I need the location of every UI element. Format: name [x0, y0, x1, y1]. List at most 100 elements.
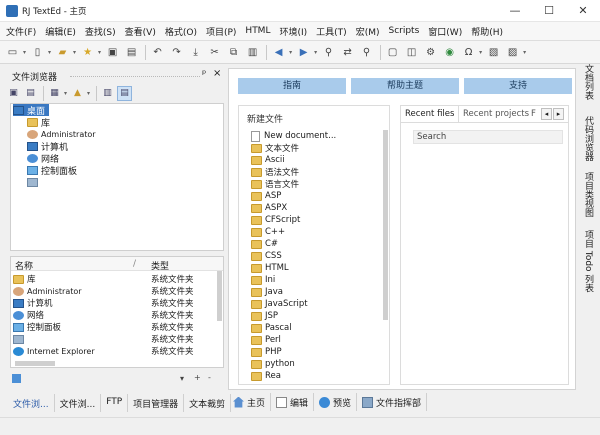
- file-list-hscrollbar[interactable]: [15, 361, 55, 366]
- menu-format[interactable]: 格式(O): [165, 25, 197, 38]
- view-drives-icon[interactable]: ▤: [23, 86, 38, 101]
- pane-grip[interactable]: [70, 76, 200, 77]
- find-next-icon[interactable]: ⚲: [358, 44, 375, 61]
- new-file-item[interactable]: python: [251, 358, 295, 370]
- add-filter-button[interactable]: +: [194, 373, 201, 382]
- panel-icon[interactable]: ▢: [384, 44, 401, 61]
- file-row[interactable]: Administrator 系统文件夹: [13, 285, 213, 297]
- view-desktop-icon[interactable]: ▣: [6, 86, 21, 101]
- tab-project-class-view[interactable]: 项目类视图: [579, 172, 595, 228]
- web-icon[interactable]: ⚙: [422, 44, 439, 61]
- save-icon[interactable]: ▣: [104, 44, 121, 61]
- globe-icon[interactable]: ◉: [441, 44, 458, 61]
- new-file-list[interactable]: New document... 文本文件 Ascii 语法文件 语言文件 ASP ASPX C…: [251, 130, 377, 382]
- menu-environment[interactable]: 环境(I): [279, 25, 307, 38]
- new-file-item[interactable]: 语言文件: [251, 178, 299, 190]
- new-file-item[interactable]: ASP: [251, 190, 281, 202]
- tab-project-manager[interactable]: 项目管理器: [128, 394, 185, 412]
- up-folder-icon[interactable]: ▲: [70, 86, 85, 101]
- new-file-item[interactable]: PHP: [251, 346, 282, 358]
- menu-project[interactable]: 项目(P): [206, 25, 236, 38]
- tab-text-clips[interactable]: 文本裁剪: [184, 394, 232, 412]
- new-file-icon[interactable]: ▭: [4, 44, 21, 61]
- menu-scripts[interactable]: Scripts: [388, 26, 419, 36]
- new-file-item[interactable]: Perl: [251, 334, 281, 346]
- export-icon[interactable]: ▧: [485, 44, 502, 61]
- recent-search-input[interactable]: Search: [413, 130, 563, 144]
- preview-icon[interactable]: ◫: [403, 44, 420, 61]
- menu-edit[interactable]: 编辑(E): [45, 25, 76, 38]
- new-file-item[interactable]: Java: [251, 286, 283, 298]
- new-file-item[interactable]: JSP: [251, 310, 278, 322]
- open-dropdown[interactable]: ▾: [48, 49, 51, 56]
- tab-file-commander[interactable]: 文件指挥部: [357, 393, 428, 411]
- tab-preview[interactable]: 预览: [314, 393, 358, 411]
- new-file-item[interactable]: JavaScript: [251, 298, 308, 310]
- view-mode-dropdown[interactable]: ▾: [64, 90, 67, 97]
- menu-macro[interactable]: 宏(M): [356, 25, 380, 38]
- copy-icon[interactable]: ⧉: [225, 44, 242, 61]
- menu-window[interactable]: 窗口(W): [428, 25, 462, 38]
- help-topics-button[interactable]: 帮助主题: [351, 78, 459, 94]
- menu-help[interactable]: 帮助(H): [471, 25, 503, 38]
- tree-item-control-panel[interactable]: 控制面板: [27, 164, 77, 177]
- cut-icon[interactable]: ✂: [206, 44, 223, 61]
- new-file-item[interactable]: 语法文件: [251, 166, 299, 178]
- save-all-icon[interactable]: ▤: [123, 44, 140, 61]
- clipboard-icon[interactable]: ▨: [504, 44, 521, 61]
- tab-scroll-right-icon[interactable]: ▸: [553, 108, 564, 120]
- folder-tree[interactable]: 桌面 库 Administrator 计算机 网络 控制面板: [10, 103, 224, 251]
- new-file-item[interactable]: Ascii: [251, 154, 285, 166]
- up-dropdown[interactable]: ▾: [87, 90, 90, 97]
- menu-view[interactable]: 查看(V): [125, 25, 156, 38]
- close-button[interactable]: ✕: [566, 0, 600, 22]
- tree-item-computer[interactable]: 计算机: [27, 140, 68, 153]
- pane-close-icon[interactable]: ×: [213, 68, 221, 79]
- split-view-icon[interactable]: ▥: [100, 86, 115, 101]
- menu-html[interactable]: HTML: [245, 26, 270, 36]
- tab-scroll-left-icon[interactable]: ◂: [541, 108, 552, 120]
- clipboard-dropdown[interactable]: ▾: [523, 49, 526, 56]
- tree-item-library[interactable]: 库: [27, 116, 50, 129]
- file-row[interactable]: 控制面板 系统文件夹: [13, 321, 213, 333]
- replace-icon[interactable]: ⇄: [339, 44, 356, 61]
- file-row[interactable]: Internet Explorer 系统文件夹: [13, 345, 213, 357]
- new-file-item[interactable]: ASPX: [251, 202, 287, 214]
- menu-file[interactable]: 文件(F): [6, 25, 36, 38]
- tab-home[interactable]: 主页: [228, 393, 272, 411]
- pin-icon[interactable]: ᵖ: [202, 69, 206, 80]
- file-list[interactable]: 名称 / 类型 库 系统文件夹 Administrator 系统文件夹 计算机 …: [10, 256, 224, 368]
- file-row[interactable]: 计算机 系统文件夹: [13, 297, 213, 309]
- new-file-item[interactable]: CFScript: [251, 214, 300, 226]
- open-folder-icon[interactable]: ▰: [54, 44, 71, 61]
- new-file-item[interactable]: HTML: [251, 262, 289, 274]
- forward-arrow-icon[interactable]: ▶: [295, 44, 312, 61]
- new-file-item[interactable]: Rea: [251, 370, 281, 382]
- tab-file-browser-1[interactable]: 文件浏...: [8, 394, 55, 412]
- filter-dropdown[interactable]: ▾: [180, 374, 184, 383]
- charmap-icon[interactable]: Ω: [460, 44, 477, 61]
- menu-search[interactable]: 查找(S): [85, 25, 116, 38]
- forward-dropdown[interactable]: ▾: [314, 49, 317, 56]
- file-row[interactable]: 网络 系统文件夹: [13, 309, 213, 321]
- new-file-item[interactable]: 文本文件: [251, 142, 299, 154]
- find-icon[interactable]: ⚲: [320, 44, 337, 61]
- favorites-dropdown[interactable]: ▾: [98, 49, 101, 56]
- tab-recent-files[interactable]: Recent files: [401, 106, 460, 122]
- download-icon[interactable]: ⤓: [187, 44, 204, 61]
- menu-tools[interactable]: 工具(T): [316, 25, 347, 38]
- tab-edit[interactable]: 编辑: [271, 393, 315, 411]
- tree-item-desktop[interactable]: 桌面: [13, 104, 50, 117]
- new-file-dropdown[interactable]: ▾: [23, 49, 26, 56]
- undo-icon[interactable]: ↶: [149, 44, 166, 61]
- file-list-scrollbar[interactable]: [217, 271, 222, 321]
- sync-view-icon[interactable]: ▤: [117, 85, 133, 101]
- new-file-item[interactable]: Ini: [251, 274, 275, 286]
- tab-favorites[interactable]: F: [527, 106, 539, 122]
- tab-document-list[interactable]: 文档列表: [579, 64, 595, 114]
- new-file-item[interactable]: Pascal: [251, 322, 292, 334]
- new-file-item[interactable]: CSS: [251, 250, 282, 262]
- remove-filter-button[interactable]: -: [208, 373, 211, 382]
- minimize-button[interactable]: —: [498, 0, 532, 22]
- maximize-button[interactable]: ☐: [532, 0, 566, 22]
